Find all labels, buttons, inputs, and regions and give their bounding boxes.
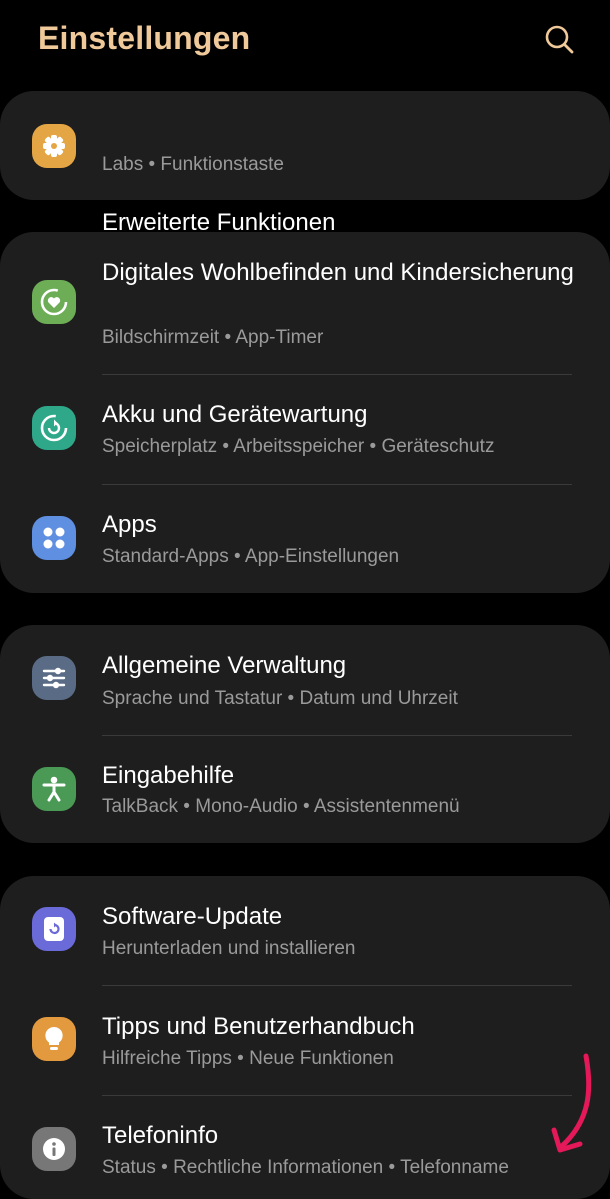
settings-group-3: Allgemeine Verwaltung Sprache und Tastat… — [0, 625, 610, 843]
page-title: Einstellungen — [38, 20, 251, 56]
item-subtitle: Speicherplatz • Arbeitsspeicher • Geräte… — [102, 436, 495, 457]
item-tipps-benutzerhandbuch[interactable]: Tipps und Benutzerhandbuch Hilfreiche Ti… — [0, 986, 610, 1095]
apps-grid-icon — [32, 516, 76, 560]
item-label: Software-Update — [102, 903, 283, 930]
item-label: Apps — [102, 511, 157, 538]
item-label: Digitales Wohlbefinden und Kindersicheru… — [102, 259, 574, 286]
item-eingabehilfe[interactable]: Eingabehilfe TalkBack • Mono-Audio • Ass… — [0, 736, 610, 843]
item-subtitle: Sprache und Tastatur • Datum und Uhrzeit — [102, 688, 458, 709]
lightbulb-icon — [32, 1017, 76, 1061]
item-allgemeine-verwaltung[interactable]: Allgemeine Verwaltung Sprache und Tastat… — [0, 625, 610, 734]
heart-circle-icon — [32, 280, 76, 324]
header: Einstellungen — [0, 0, 610, 80]
item-subtitle: Bildschirmzeit • App-Timer — [102, 327, 324, 348]
sliders-icon — [32, 656, 76, 700]
item-subtitle: Status • Rechtliche Informationen • Tele… — [102, 1157, 509, 1178]
item-apps[interactable]: Apps Standard-Apps • App-Einstellungen — [0, 485, 610, 593]
refresh-circle-icon — [32, 406, 76, 450]
puzzle-gear-icon — [32, 124, 76, 168]
update-icon — [32, 907, 76, 951]
item-subtitle: Hilfreiche Tipps • Neue Funktionen — [102, 1048, 394, 1069]
item-label: Telefoninfo — [102, 1122, 219, 1149]
annotation-arrow-icon — [551, 1053, 592, 1153]
settings-group-2: Digitales Wohlbefinden und Kindersicheru… — [0, 232, 610, 593]
search-button[interactable] — [540, 20, 580, 60]
item-erweiterte-funktionen[interactable]: Erweiterte Funktionen Labs • Funktionsta… — [0, 91, 610, 236]
item-subtitle: Herunterladen und installieren — [102, 938, 356, 959]
item-label: Eingabehilfe — [102, 762, 235, 789]
item-subtitle: Labs • Funktionstaste — [102, 154, 284, 175]
item-label: Akku und Gerätewartung — [102, 401, 368, 428]
item-subtitle: TalkBack • Mono-Audio • Assistentenmenü — [102, 796, 460, 817]
item-subtitle: Standard-Apps • App-Einstellungen — [102, 546, 400, 567]
item-label: Allgemeine Verwaltung — [102, 652, 347, 679]
item-akku-geraetewartung[interactable]: Akku und Gerätewartung Speicherplatz • A… — [0, 375, 610, 484]
accessibility-icon — [32, 767, 76, 811]
settings-group-4: Software-Update Herunterladen und instal… — [0, 876, 610, 1199]
item-telefoninfo[interactable]: Telefoninfo Status • Rechtliche Informat… — [0, 1096, 610, 1199]
item-software-update[interactable]: Software-Update Herunterladen und instal… — [0, 876, 610, 985]
search-icon — [545, 25, 574, 54]
info-icon — [32, 1127, 76, 1171]
item-label: Tipps und Benutzerhandbuch — [102, 1013, 415, 1040]
item-digitales-wohlbefinden[interactable]: Digitales Wohlbefinden und Kindersicheru… — [0, 232, 610, 374]
settings-group-1: Erweiterte Funktionen Labs • Funktionsta… — [0, 91, 610, 236]
